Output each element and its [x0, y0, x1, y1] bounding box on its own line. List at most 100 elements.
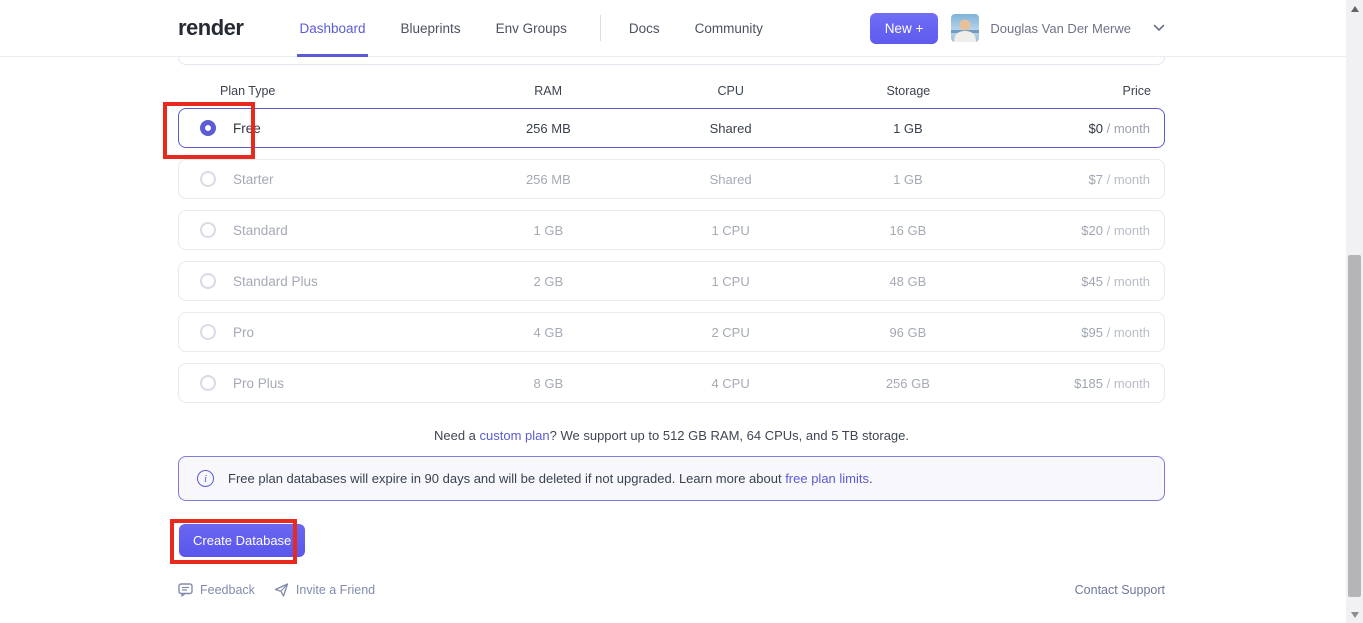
plan-row-free[interactable]: Free 256 MB Shared 1 GB $0 / month	[178, 108, 1165, 148]
price-value: $185	[1074, 376, 1103, 391]
plan-label: Pro	[233, 325, 254, 340]
ram-cell: 2 GB	[455, 274, 642, 289]
plan-table-rows: Free 256 MB Shared 1 GB $0 / month Start…	[178, 108, 1165, 403]
price-value: $7	[1089, 172, 1103, 187]
feedback-label: Feedback	[200, 583, 255, 597]
ram-cell: 256 MB	[455, 121, 642, 136]
cpu-cell: Shared	[642, 121, 819, 136]
header-plan-type: Plan Type	[178, 84, 454, 98]
scrollbar-up-arrow[interactable]	[1346, 0, 1363, 17]
vertical-scrollbar[interactable]	[1346, 0, 1363, 623]
storage-cell: 48 GB	[819, 274, 996, 289]
plan-radio[interactable]	[200, 222, 216, 238]
plan-cell: Pro Plus	[179, 375, 455, 391]
nav-link-dashboard[interactable]: Dashboard	[297, 0, 367, 57]
user-name[interactable]: Douglas Van Der Merwe	[990, 21, 1131, 36]
cpu-cell: 4 CPU	[642, 376, 819, 391]
plan-label: Standard Plus	[233, 274, 318, 289]
plan-table-header: Plan Type RAM CPU Storage Price	[178, 84, 1165, 98]
free-plan-info-banner: i Free plan databases will expire in 90 …	[178, 456, 1165, 501]
price-suffix: / month	[1107, 121, 1150, 136]
storage-cell: 1 GB	[819, 172, 996, 187]
render-logo[interactable]: render	[178, 15, 243, 41]
chevron-down-icon[interactable]	[1153, 24, 1165, 32]
plan-row-starter[interactable]: Starter 256 MB Shared 1 GB $7 / month	[178, 159, 1165, 199]
price-suffix: / month	[1107, 172, 1150, 187]
plan-cell: Pro	[179, 324, 455, 340]
header-cpu: CPU	[642, 84, 820, 98]
header-price: Price	[997, 84, 1165, 98]
price-cell: $45 / month	[997, 274, 1164, 289]
plan-radio[interactable]	[200, 324, 216, 340]
top-nav: render Dashboard Blueprints Env Groups Docs…	[0, 0, 1346, 57]
plan-radio[interactable]	[200, 273, 216, 289]
feedback-icon	[178, 583, 193, 597]
invite-friend-link[interactable]: Invite a Friend	[274, 583, 375, 597]
cpu-cell: 2 CPU	[642, 325, 819, 340]
scrollbar-down-arrow[interactable]	[1346, 606, 1363, 623]
price-suffix: / month	[1107, 223, 1150, 238]
banner-text-before: Free plan databases will expire in 90 da…	[228, 471, 785, 486]
price-cell: $0 / month	[997, 121, 1164, 136]
create-database-button[interactable]: Create Database	[179, 524, 305, 557]
plan-cell: Standard Plus	[179, 273, 455, 289]
scrollbar-thumb[interactable]	[1348, 255, 1361, 597]
nav-link-env-groups[interactable]: Env Groups	[494, 0, 569, 57]
free-plan-limits-link[interactable]: free plan limits	[785, 471, 869, 486]
price-cell: $7 / month	[997, 172, 1164, 187]
price-value: $20	[1081, 223, 1103, 238]
info-icon: i	[197, 470, 214, 487]
nav-link-docs[interactable]: Docs	[627, 0, 662, 57]
contact-support-link[interactable]: Contact Support	[1075, 583, 1165, 597]
nav-link-community[interactable]: Community	[693, 0, 765, 57]
invite-friend-label: Invite a Friend	[296, 583, 375, 597]
new-button[interactable]: New +	[870, 13, 939, 44]
paper-plane-icon	[274, 583, 289, 597]
price-cell: $95 / month	[997, 325, 1164, 340]
custom-plan-text-before: Need a	[434, 428, 480, 443]
plan-cell: Free	[179, 120, 455, 136]
ram-cell: 4 GB	[455, 325, 642, 340]
price-value: $45	[1081, 274, 1103, 289]
price-value: $95	[1081, 325, 1103, 340]
user-avatar[interactable]	[951, 14, 979, 42]
price-cell: $20 / month	[997, 223, 1164, 238]
nav-divider	[600, 15, 601, 41]
ram-cell: 8 GB	[455, 376, 642, 391]
feedback-link[interactable]: Feedback	[178, 583, 255, 597]
plan-radio[interactable]	[200, 120, 216, 136]
render-dashboard-page: render Dashboard Blueprints Env Groups Docs…	[0, 0, 1363, 623]
plan-row-standard[interactable]: Standard 1 GB 1 CPU 16 GB $20 / month	[178, 210, 1165, 250]
price-suffix: / month	[1107, 274, 1150, 289]
price-suffix: / month	[1107, 376, 1150, 391]
storage-cell: 96 GB	[819, 325, 996, 340]
cpu-cell: Shared	[642, 172, 819, 187]
header-storage: Storage	[820, 84, 998, 98]
nav-link-blueprints[interactable]: Blueprints	[399, 0, 463, 57]
previous-section-cutoff	[178, 57, 1165, 65]
header-ram: RAM	[454, 84, 642, 98]
plan-row-pro-plus[interactable]: Pro Plus 8 GB 4 CPU 256 GB $185 / month	[178, 363, 1165, 403]
cpu-cell: 1 CPU	[642, 274, 819, 289]
nav-links: Dashboard Blueprints Env Groups Docs Communi…	[297, 0, 795, 56]
plan-label: Pro Plus	[233, 376, 284, 391]
custom-plan-note: Need a custom plan? We support up to 512…	[178, 428, 1165, 443]
cpu-cell: 1 CPU	[642, 223, 819, 238]
plan-row-standard-plus[interactable]: Standard Plus 2 GB 1 CPU 48 GB $45 / mon…	[178, 261, 1165, 301]
ram-cell: 256 MB	[455, 172, 642, 187]
plan-row-pro[interactable]: Pro 4 GB 2 CPU 96 GB $95 / month	[178, 312, 1165, 352]
main-content: Plan Type RAM CPU Storage Price Free 256…	[178, 57, 1165, 597]
price-suffix: / month	[1107, 325, 1150, 340]
plan-label: Free	[233, 121, 261, 136]
price-cell: $185 / month	[997, 376, 1164, 391]
storage-cell: 256 GB	[819, 376, 996, 391]
price-value: $0	[1089, 121, 1103, 136]
plan-radio[interactable]	[200, 171, 216, 187]
custom-plan-text-after: ? We support up to 512 GB RAM, 64 CPUs, …	[550, 428, 909, 443]
custom-plan-link[interactable]: custom plan	[480, 428, 550, 443]
plan-label: Starter	[233, 172, 274, 187]
plan-cell: Standard	[179, 222, 455, 238]
plan-label: Standard	[233, 223, 288, 238]
page-footer: Feedback Invite a Friend Contact Support	[178, 583, 1165, 597]
plan-radio[interactable]	[200, 375, 216, 391]
